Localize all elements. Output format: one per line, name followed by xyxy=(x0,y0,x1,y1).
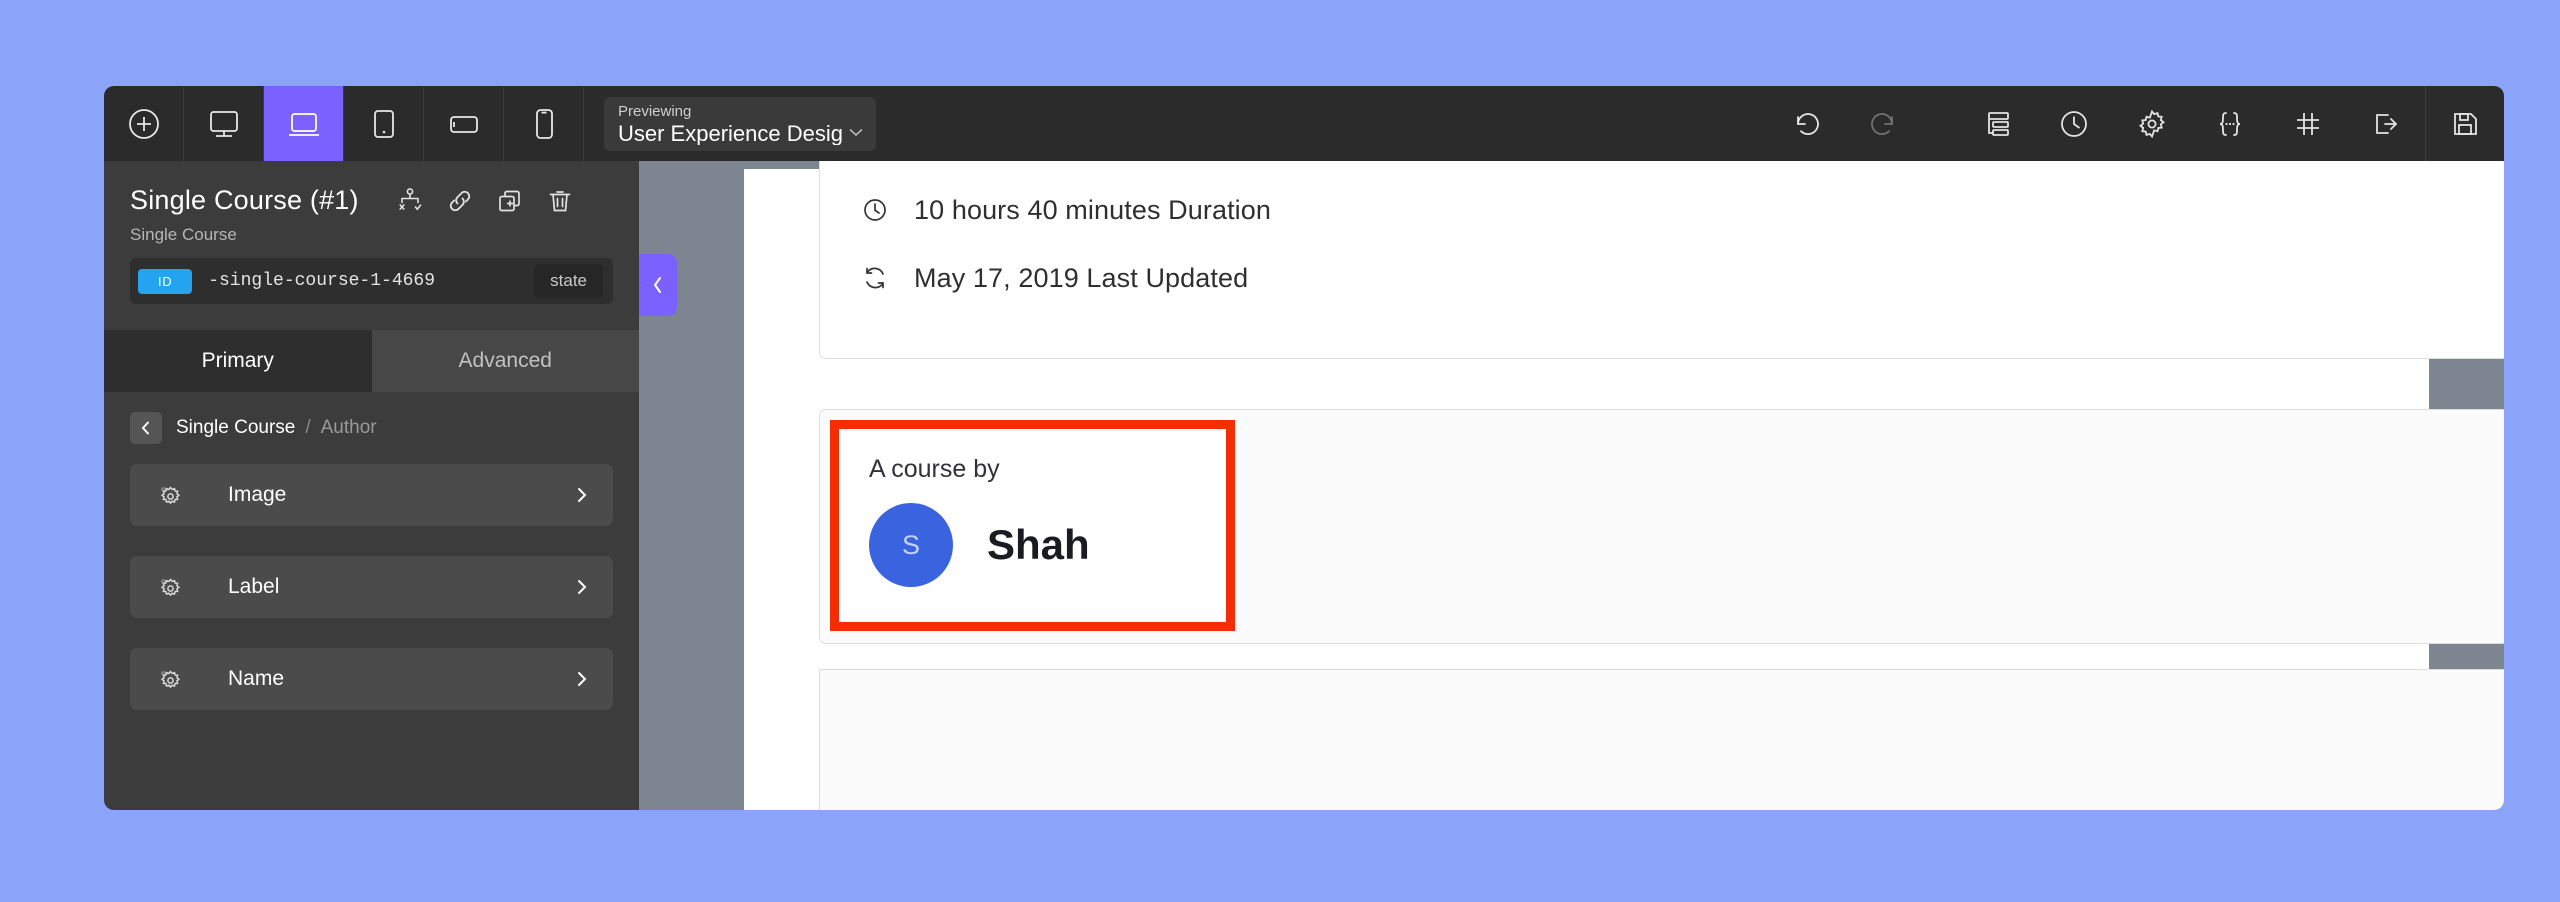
next-section-card xyxy=(819,669,2504,810)
device-tablet-landscape-button[interactable] xyxy=(424,86,504,161)
breadcrumb: Single Course / Author xyxy=(104,392,639,464)
properties-panel: Single Course (#1) Single Course ID -sin… xyxy=(104,161,639,810)
meta-duration-text: 10 hours 40 minutes Duration xyxy=(914,194,1272,225)
page-title: Single Course (#1) xyxy=(130,185,359,215)
device-switcher xyxy=(104,86,584,161)
property-list: Image Label Name xyxy=(104,464,639,710)
breadcrumb-next[interactable]: Author xyxy=(321,417,377,439)
meta-row-enrolled: 0 Total Enrolled xyxy=(862,161,2504,176)
preview-label: Previewing xyxy=(618,102,692,120)
redo-button[interactable] xyxy=(1845,86,1923,161)
top-toolbar: Previewing User Experience Desig xyxy=(104,86,2504,161)
panel-subtitle: Single Course xyxy=(130,225,237,244)
link-icon[interactable] xyxy=(445,186,475,216)
list-item[interactable]: Image xyxy=(130,464,613,526)
device-mobile-button[interactable] xyxy=(504,86,584,161)
avatar: S xyxy=(869,503,953,587)
chevron-right-icon xyxy=(571,670,593,688)
code-button[interactable] xyxy=(2191,86,2269,161)
panel-title-row: Single Course (#1) xyxy=(130,185,613,216)
author-card: A course by S Shah xyxy=(819,409,2504,644)
history-button[interactable] xyxy=(2035,86,2113,161)
settings-button[interactable] xyxy=(2113,86,2191,161)
panel-actions xyxy=(395,186,575,216)
save-button[interactable] xyxy=(2426,86,2504,161)
device-tablet-portrait-button[interactable] xyxy=(344,86,424,161)
tab-advanced[interactable]: Advanced xyxy=(371,330,639,392)
duplicate-icon[interactable] xyxy=(495,186,525,216)
preview-selector[interactable]: Previewing User Experience Desig xyxy=(604,96,876,151)
panel-header: Single Course (#1) Single Course ID -sin… xyxy=(104,161,639,304)
chevron-right-icon xyxy=(571,486,593,504)
preview-page: Beginner 0 Total Enrolled xyxy=(744,161,2504,810)
list-item[interactable]: Name xyxy=(130,648,613,710)
course-meta-card: Beginner 0 Total Enrolled xyxy=(819,161,2504,359)
refresh-icon xyxy=(862,265,906,291)
device-laptop-button[interactable] xyxy=(264,86,344,161)
layers-button[interactable] xyxy=(1957,86,2035,161)
list-item-label: Label xyxy=(228,575,280,598)
list-item-label: Image xyxy=(228,483,287,506)
collapse-panel-handle[interactable] xyxy=(639,254,677,316)
chevron-down-icon xyxy=(849,128,863,136)
element-id-value: -single-course-1-4669 xyxy=(208,271,436,291)
id-badge: ID xyxy=(138,268,193,294)
list-item[interactable]: Label xyxy=(130,556,613,618)
export-button[interactable] xyxy=(2347,86,2425,161)
author-heading: A course by xyxy=(869,455,1000,483)
list-item-label: Name xyxy=(228,667,285,690)
delete-icon[interactable] xyxy=(545,186,575,216)
state-chip[interactable]: state xyxy=(534,264,603,298)
app-window: Previewing User Experience Desig Single … xyxy=(104,86,2504,810)
author-name: Shah xyxy=(987,521,1090,568)
workflow-icon[interactable] xyxy=(395,186,425,216)
gear-icon xyxy=(150,574,188,600)
meta-updated-text: May 17, 2019 Last Updated xyxy=(914,262,1249,293)
chevron-right-icon xyxy=(571,578,593,596)
gear-icon xyxy=(150,666,188,692)
tab-primary[interactable]: Primary xyxy=(104,330,372,392)
author-row: S Shah xyxy=(869,503,1090,587)
grid-button[interactable] xyxy=(2269,86,2347,161)
undo-button[interactable] xyxy=(1767,86,1845,161)
device-desktop-button[interactable] xyxy=(184,86,264,161)
toolbar-actions xyxy=(1767,86,2504,161)
breadcrumb-current[interactable]: Single Course xyxy=(176,417,295,439)
preview-value: User Experience Desig xyxy=(618,120,843,145)
panel-tabs: Primary Advanced xyxy=(104,330,639,392)
page-content: Beginner 0 Total Enrolled xyxy=(789,161,2504,810)
meta-row-updated: May 17, 2019 Last Updated xyxy=(862,244,2504,312)
selection-highlight[interactable]: A course by S Shah xyxy=(830,420,1235,631)
meta-row-duration: 10 hours 40 minutes Duration xyxy=(862,176,2504,244)
preview-canvas: Beginner 0 Total Enrolled xyxy=(639,161,2504,810)
breadcrumb-back-button[interactable] xyxy=(130,412,162,444)
element-id-row[interactable]: ID -single-course-1-4669 state xyxy=(130,258,613,304)
clock-icon xyxy=(862,197,906,223)
gear-icon xyxy=(150,482,188,508)
breadcrumb-separator: / xyxy=(305,417,311,438)
add-button[interactable] xyxy=(104,86,184,161)
